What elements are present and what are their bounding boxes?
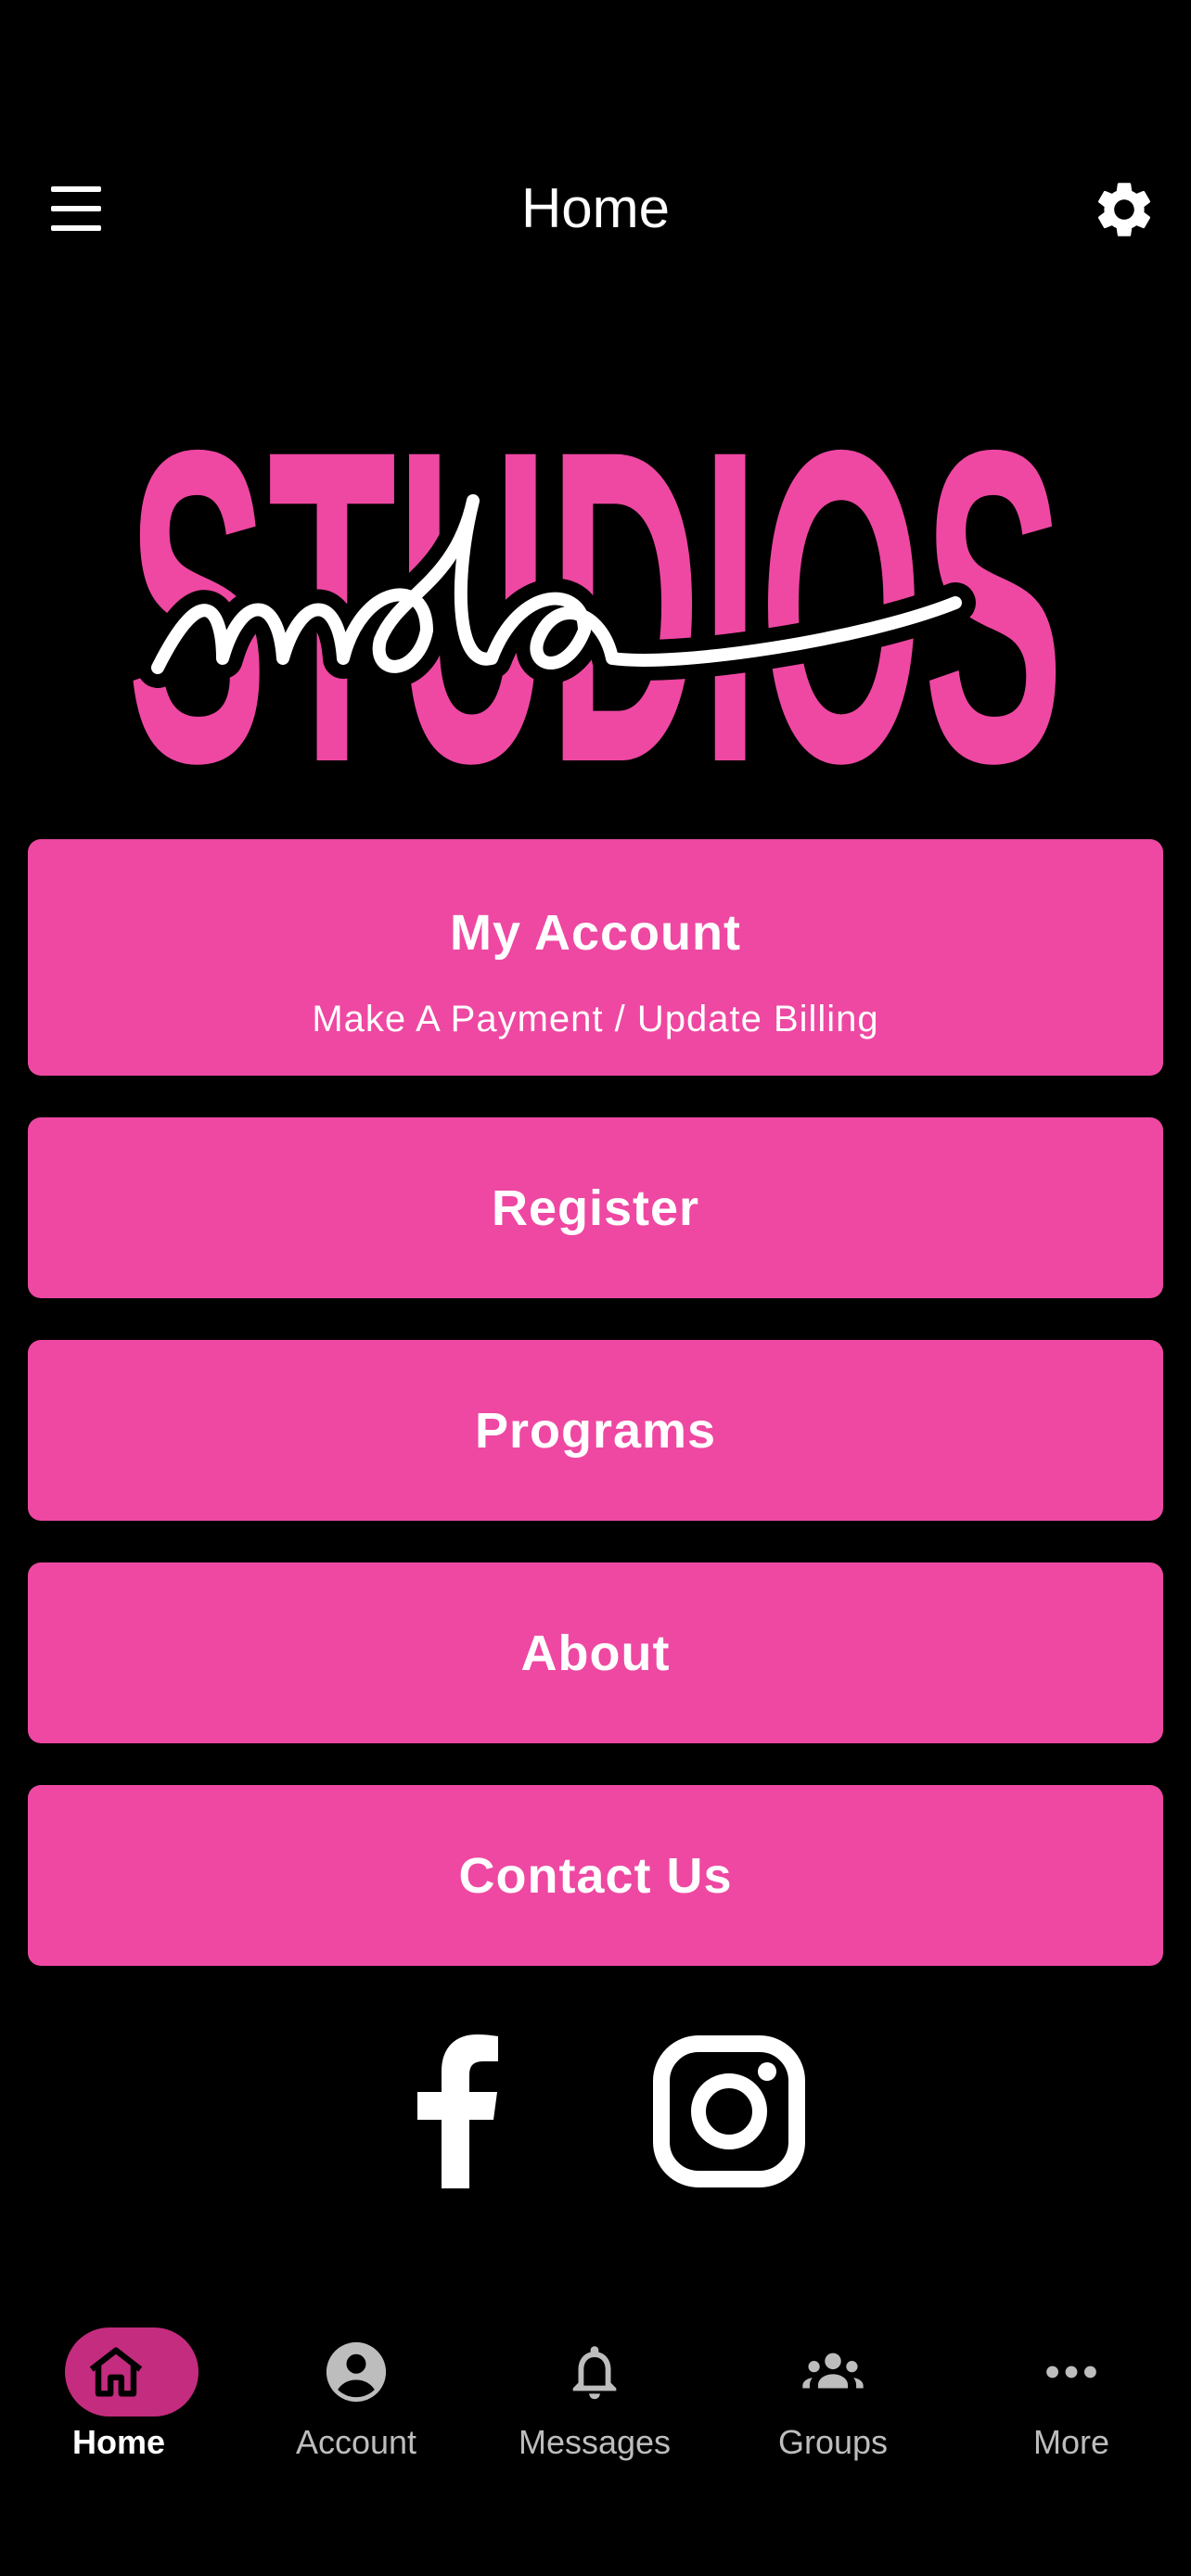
instagram-icon[interactable] xyxy=(652,2034,806,2188)
contact-us-label: Contact Us xyxy=(458,1847,733,1904)
facebook-icon[interactable] xyxy=(416,2034,499,2188)
more-dots-icon xyxy=(979,2340,1164,2404)
bell-icon xyxy=(502,2340,687,2404)
my-account-label: My Account xyxy=(449,905,741,961)
tab-more-label: More xyxy=(1032,2423,1110,2461)
bottom-tab-bar: Home Account Messages Groups More xyxy=(0,2314,1191,2490)
programs-button[interactable]: Programs xyxy=(28,1340,1163,1521)
register-button[interactable]: Register xyxy=(28,1117,1163,1298)
tab-account-label: Account xyxy=(295,2423,417,2461)
tab-account[interactable]: Account xyxy=(263,2314,449,2490)
top-app-bar: Home xyxy=(0,148,1191,269)
gear-icon[interactable] xyxy=(1091,176,1158,243)
programs-label: Programs xyxy=(474,1402,717,1459)
groups-icon xyxy=(740,2340,926,2404)
tab-more[interactable]: More xyxy=(979,2314,1164,2490)
mda-studios-logo: STUDIOS xyxy=(121,357,1070,855)
logo-studios-text: STUDIOS xyxy=(127,389,1064,770)
contact-us-button[interactable]: Contact Us xyxy=(28,1785,1163,1966)
tab-home[interactable]: Home xyxy=(26,2314,211,2490)
tab-messages-label: Messages xyxy=(518,2423,672,2461)
tab-messages[interactable]: Messages xyxy=(502,2314,687,2490)
home-icon xyxy=(26,2340,211,2404)
about-label: About xyxy=(520,1625,671,1681)
tab-groups-label: Groups xyxy=(777,2423,889,2461)
tab-home-label: Home xyxy=(71,2423,166,2461)
my-account-sublabel: Make A Payment / Update Billing xyxy=(312,999,879,1039)
my-account-button[interactable]: My Account Make A Payment / Update Billi… xyxy=(28,839,1163,1076)
about-button[interactable]: About xyxy=(28,1562,1163,1743)
page-title: Home xyxy=(520,177,671,239)
register-label: Register xyxy=(491,1180,700,1236)
account-circle-icon xyxy=(263,2340,449,2404)
tab-groups[interactable]: Groups xyxy=(740,2314,926,2490)
